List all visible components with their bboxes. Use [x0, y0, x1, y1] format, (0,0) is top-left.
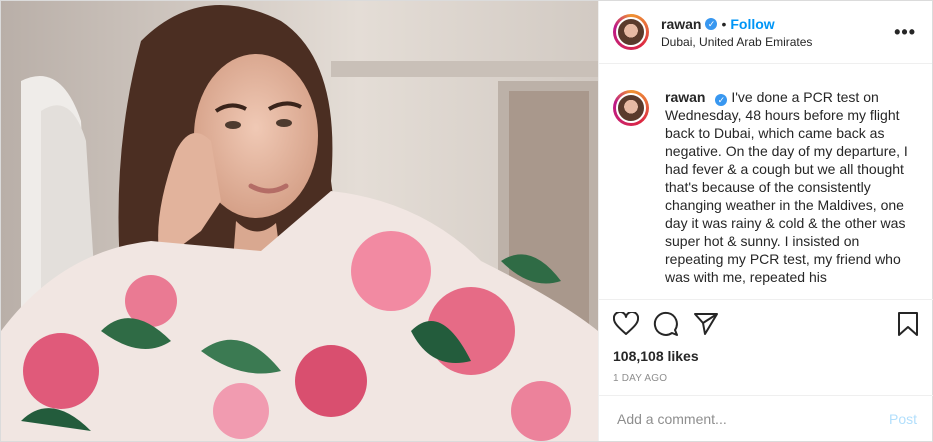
post-header: rawan ✓ • Follow Dubai, United Arab Emir… [599, 1, 932, 64]
separator-dot: • [721, 15, 727, 32]
caption-text: I've done a PCR test on Wednesday, 48 ho… [665, 89, 908, 285]
bookmark-icon[interactable] [897, 311, 919, 337]
likes-count[interactable]: 108,108 likes [613, 348, 919, 364]
caption-avatar[interactable] [613, 90, 649, 126]
post-timestamp[interactable]: 1 DAY AGO [613, 373, 919, 384]
share-icon[interactable] [693, 312, 719, 336]
instagram-post: rawan ✓ • Follow Dubai, United Arab Emir… [0, 0, 933, 442]
comment-icon[interactable] [653, 311, 679, 337]
more-options-icon[interactable]: ••• [894, 23, 916, 41]
caption-verified-badge-icon: ✓ [715, 94, 728, 106]
comment-bar: Post [599, 395, 933, 441]
post-side-panel: rawan ✓ • Follow Dubai, United Arab Emir… [598, 1, 933, 441]
header-row: rawan ✓ • Follow [661, 16, 894, 32]
action-icons [613, 308, 919, 340]
caption-block: rawan ✓ I've done a PCR test on Wednesday… [599, 64, 932, 286]
comment-input[interactable] [615, 409, 889, 428]
avatar[interactable] [613, 14, 649, 50]
post-photo[interactable] [1, 1, 598, 441]
avatar-image [616, 17, 646, 47]
caption-avatar-image [616, 93, 646, 123]
post-comment-button[interactable]: Post [889, 411, 917, 427]
action-bar: 108,108 likes 1 DAY AGO [599, 299, 933, 384]
verified-badge-icon: ✓ [705, 17, 718, 30]
follow-button[interactable]: Follow [730, 16, 774, 32]
photo-illustration [1, 1, 598, 441]
username-link[interactable]: rawan [661, 16, 701, 32]
location-link[interactable]: Dubai, United Arab Emirates [661, 35, 894, 49]
caption-text-block: rawan ✓ I've done a PCR test on Wednesday… [665, 88, 916, 286]
caption-username-link[interactable]: rawan [665, 89, 705, 105]
heart-icon[interactable] [613, 312, 639, 336]
header-text: rawan ✓ • Follow Dubai, United Arab Emir… [661, 16, 894, 49]
